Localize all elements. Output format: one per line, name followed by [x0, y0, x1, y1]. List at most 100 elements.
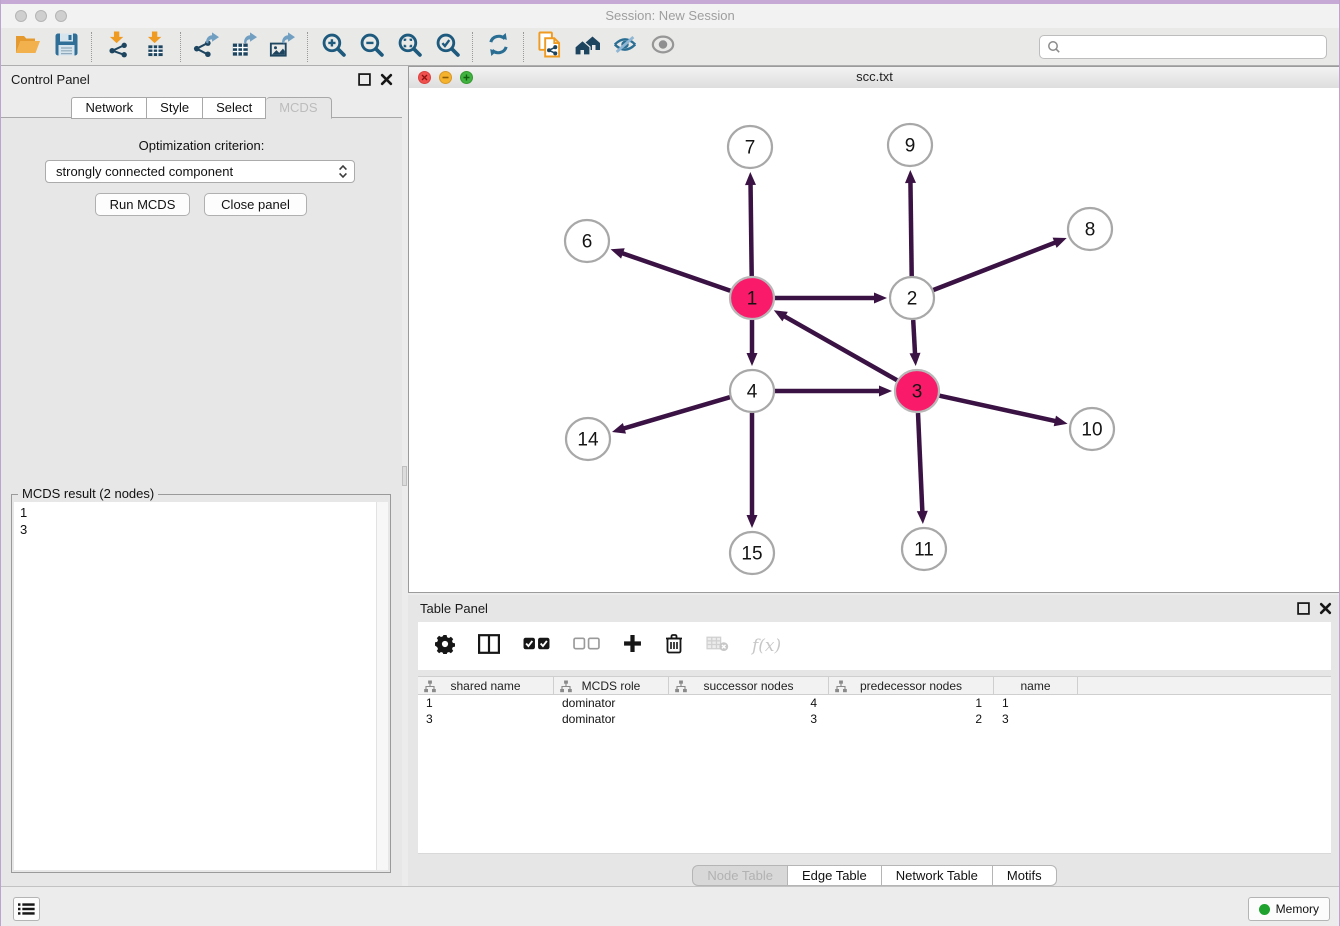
graph-edge-2-9[interactable]: [910, 179, 911, 276]
column-view-button[interactable]: [478, 634, 500, 659]
tab-motifs[interactable]: Motifs: [993, 865, 1057, 886]
result-scrollbar[interactable]: [376, 502, 388, 870]
zoom-in-button[interactable]: [314, 31, 352, 63]
tab-edge-table[interactable]: Edge Table: [788, 865, 882, 886]
graph-node-8[interactable]: 8: [1068, 208, 1112, 250]
export-image-button[interactable]: [263, 31, 301, 63]
delete-row-button[interactable]: [665, 633, 683, 659]
open-session-button[interactable]: [9, 31, 47, 63]
column-header-name[interactable]: name: [994, 677, 1078, 694]
table-cell[interactable]: 4: [669, 695, 829, 711]
deselect-all-button[interactable]: [573, 637, 600, 656]
graph-node-14[interactable]: 14: [566, 418, 610, 460]
float-table-panel-icon[interactable]: [1297, 602, 1310, 615]
network-overview-button[interactable]: [568, 31, 606, 63]
refresh-button[interactable]: [479, 31, 517, 63]
graph-node-10[interactable]: 10: [1070, 408, 1114, 450]
table-cell[interactable]: 2: [829, 711, 994, 727]
splitter-grip[interactable]: [402, 466, 407, 486]
table-cell[interactable]: 3: [418, 711, 554, 727]
network-window-titlebar[interactable]: scc.txt: [409, 67, 1340, 89]
mcds-result-text[interactable]: 1 3: [14, 502, 388, 870]
table-cell[interactable]: 1: [994, 695, 1078, 711]
run-mcds-button[interactable]: Run MCDS: [95, 193, 190, 216]
memory-button[interactable]: Memory: [1248, 897, 1330, 921]
graph-node-15[interactable]: 15: [730, 532, 774, 574]
table-cell[interactable]: 1: [829, 695, 994, 711]
import-network-button[interactable]: [98, 31, 136, 63]
table-cell[interactable]: dominator: [554, 711, 669, 727]
search-input[interactable]: [1066, 39, 1326, 56]
graph-node-label: 1: [747, 289, 758, 310]
graph-edge-4-14[interactable]: [621, 397, 730, 429]
graph-node-label: 7: [745, 138, 756, 159]
hide-panels-button[interactable]: [606, 31, 644, 63]
graph-edge-arrow: [611, 248, 625, 258]
memory-label: Memory: [1276, 902, 1319, 916]
search-field[interactable]: [1039, 35, 1327, 59]
gear-button[interactable]: [435, 634, 455, 659]
select-all-button[interactable]: [523, 637, 550, 656]
graph-node-4[interactable]: 4: [730, 370, 774, 412]
graph-node-7[interactable]: 7: [728, 126, 772, 168]
graph-node-1[interactable]: 1: [730, 277, 774, 319]
float-panel-icon[interactable]: [358, 73, 371, 86]
graph-node-2[interactable]: 2: [890, 277, 934, 319]
close-window-icon[interactable]: [15, 10, 27, 22]
column-header-successor-nodes[interactable]: successor nodes: [669, 677, 829, 694]
add-row-button[interactable]: [623, 634, 642, 658]
column-header-shared-name[interactable]: shared name: [418, 677, 554, 694]
show-panels-button[interactable]: [644, 31, 682, 63]
close-panel-icon[interactable]: [380, 73, 393, 86]
duplicate-network-button[interactable]: [530, 31, 568, 63]
table-cell[interactable]: 3: [669, 711, 829, 727]
network-close-icon[interactable]: [418, 71, 431, 84]
mcds-result-groupbox: MCDS result (2 nodes) 1 3: [11, 494, 391, 873]
tab-network[interactable]: Network: [71, 97, 147, 119]
import-table-button[interactable]: [136, 31, 174, 63]
table-cell[interactable]: 1: [418, 695, 554, 711]
zoom-selected-button[interactable]: [428, 31, 466, 63]
graph-edge-arrow: [917, 511, 928, 524]
network-canvas[interactable]: 7 9 6 8 1 2 4 3 14 10 15 11: [409, 88, 1340, 592]
graph-edge-3-11[interactable]: [918, 413, 923, 515]
graph-edge-3-10[interactable]: [940, 396, 1059, 422]
graph-node-label: 6: [582, 232, 593, 253]
tab-select[interactable]: Select: [203, 97, 266, 119]
network-maximize-icon[interactable]: [460, 71, 473, 84]
graph-edge-1-7[interactable]: [751, 181, 752, 276]
maximize-window-icon[interactable]: [55, 10, 67, 22]
zoom-out-button[interactable]: [352, 31, 390, 63]
criterion-select[interactable]: strongly connected component: [45, 160, 355, 183]
export-network-button[interactable]: [187, 31, 225, 63]
graph-node-9[interactable]: 9: [888, 124, 932, 166]
network-minimize-icon[interactable]: [439, 71, 452, 84]
table-cell[interactable]: dominator: [554, 695, 669, 711]
tab-node-table[interactable]: Node Table: [692, 865, 788, 886]
tab-network-table[interactable]: Network Table: [882, 865, 993, 886]
column-header-MCDS-role[interactable]: MCDS role: [554, 677, 669, 694]
graph-edge-arrow: [612, 423, 626, 434]
graph-edge-2-3[interactable]: [913, 320, 915, 357]
graph-edge-1-6[interactable]: [619, 252, 730, 291]
table-row[interactable]: 1dominator411: [418, 695, 1331, 711]
save-session-button[interactable]: [47, 31, 85, 63]
graph-node-3[interactable]: 3: [895, 370, 939, 412]
table-panel: Table Panel f(x) shared nameMCDS rolesuc…: [408, 595, 1340, 886]
export-table-button[interactable]: [225, 31, 263, 63]
graph-node-11[interactable]: 11: [902, 528, 946, 570]
zoom-fit-button[interactable]: [390, 31, 428, 63]
graph-node-6[interactable]: 6: [565, 220, 609, 262]
minimize-window-icon[interactable]: [35, 10, 47, 22]
graph-edge-arrow: [910, 353, 921, 366]
tab-mcds[interactable]: MCDS: [266, 97, 331, 119]
table-row[interactable]: 3dominator323: [418, 711, 1331, 727]
graph-edge-2-8[interactable]: [933, 241, 1058, 290]
task-history-button[interactable]: [13, 897, 40, 921]
close-table-panel-icon[interactable]: [1319, 602, 1332, 615]
graph-edge-3-1[interactable]: [782, 315, 897, 381]
tab-style[interactable]: Style: [147, 97, 203, 119]
table-cell[interactable]: 3: [994, 711, 1078, 727]
close-panel-button[interactable]: Close panel: [204, 193, 307, 216]
column-header-predecessor-nodes[interactable]: predecessor nodes: [829, 677, 994, 694]
